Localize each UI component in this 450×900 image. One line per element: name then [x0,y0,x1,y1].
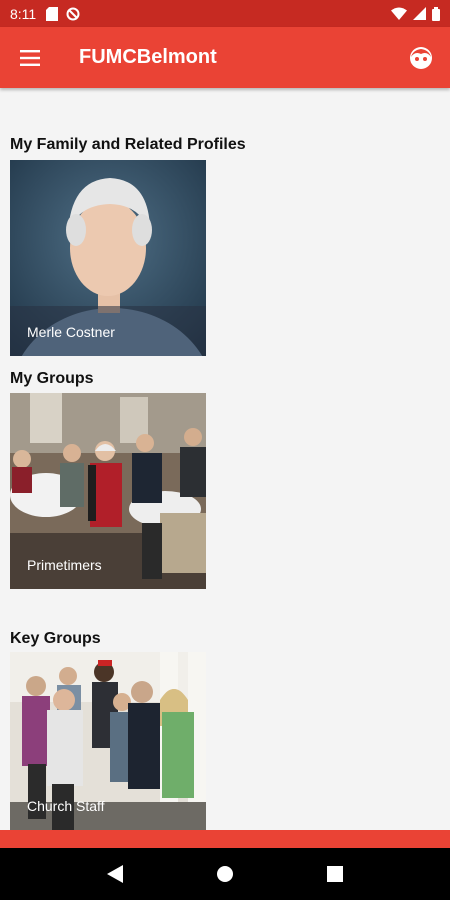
status-bar: 8:11 [0,0,450,27]
profile-name: Merle Costner [27,324,115,340]
group-card-church-staff[interactable]: Church Staff [10,652,206,830]
home-icon[interactable] [216,865,234,883]
recents-icon[interactable] [327,866,344,882]
menu-button[interactable] [0,27,60,88]
wifi-icon [391,7,407,20]
group-name: Primetimers [27,557,102,573]
back-icon[interactable] [106,865,123,883]
card-caption: Primetimers [10,539,206,589]
app-title: FUMCBelmont [79,46,217,68]
group-card-primetimers[interactable]: Primetimers [10,393,206,589]
app-bar: FUMCBelmont [0,27,450,88]
status-time: 8:11 [10,5,37,22]
key-groups-section-title: Key Groups [10,630,101,647]
signal-icon [413,7,426,20]
group-name: Church Staff [27,798,105,814]
card-caption: Merle Costner [10,306,206,356]
family-section-title: My Family and Related Profiles [10,136,246,153]
bottom-accent-bar [0,830,450,848]
hamburger-menu-icon [20,49,40,66]
card-caption: Church Staff [10,780,206,830]
face-icon [410,46,432,69]
system-navigation-bar [0,848,450,900]
sd-card-icon [46,6,59,21]
do-not-disturb-icon [66,7,80,20]
groups-section-title: My Groups [10,370,94,387]
profile-card-merle-costner[interactable]: Merle Costner [10,160,206,356]
battery-icon [432,6,440,21]
profile-button[interactable] [396,27,446,88]
main-content: My Family and Related Profiles Merle Cos… [0,88,450,830]
